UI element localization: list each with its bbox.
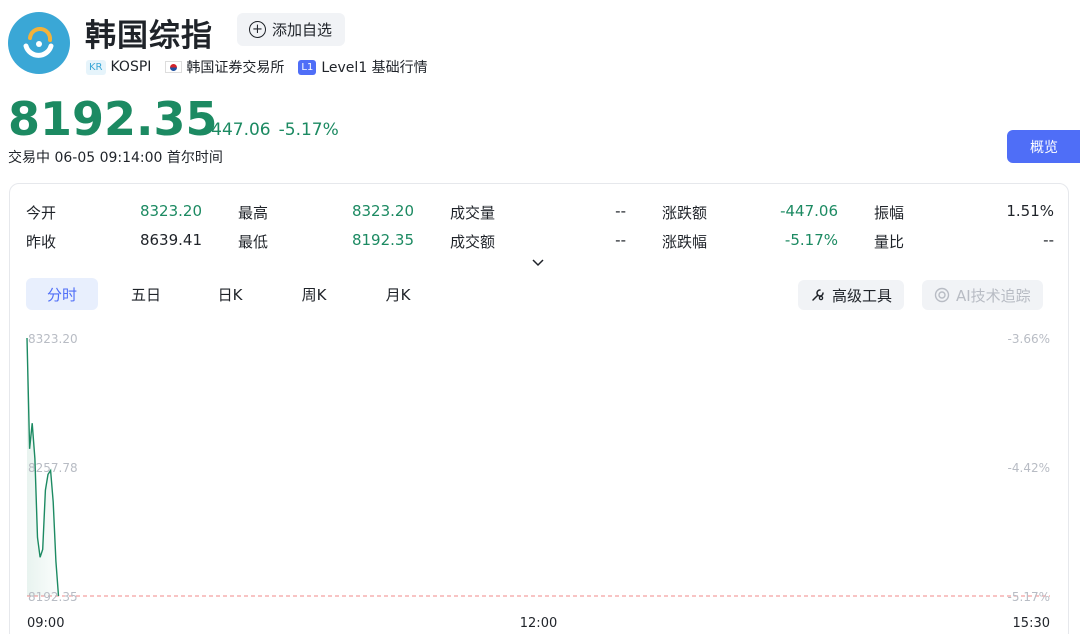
x-tick: 15:30 <box>1013 616 1050 631</box>
y-tick-left: 8192.35 <box>28 590 78 604</box>
y-tick-right: -5.17% <box>1008 590 1050 604</box>
y-tick-right: -3.66% <box>1008 332 1050 346</box>
y-tick-left: 8323.20 <box>28 332 78 346</box>
y-tick-right: -4.42% <box>1008 461 1050 475</box>
x-tick: 09:00 <box>27 616 64 631</box>
x-tick: 12:00 <box>520 616 557 631</box>
intraday-chart: 8323.20 8257.78 8192.35 -3.66% -4.42% -5.17% 0… <box>26 332 1050 631</box>
y-tick-left: 8257.78 <box>28 461 78 475</box>
